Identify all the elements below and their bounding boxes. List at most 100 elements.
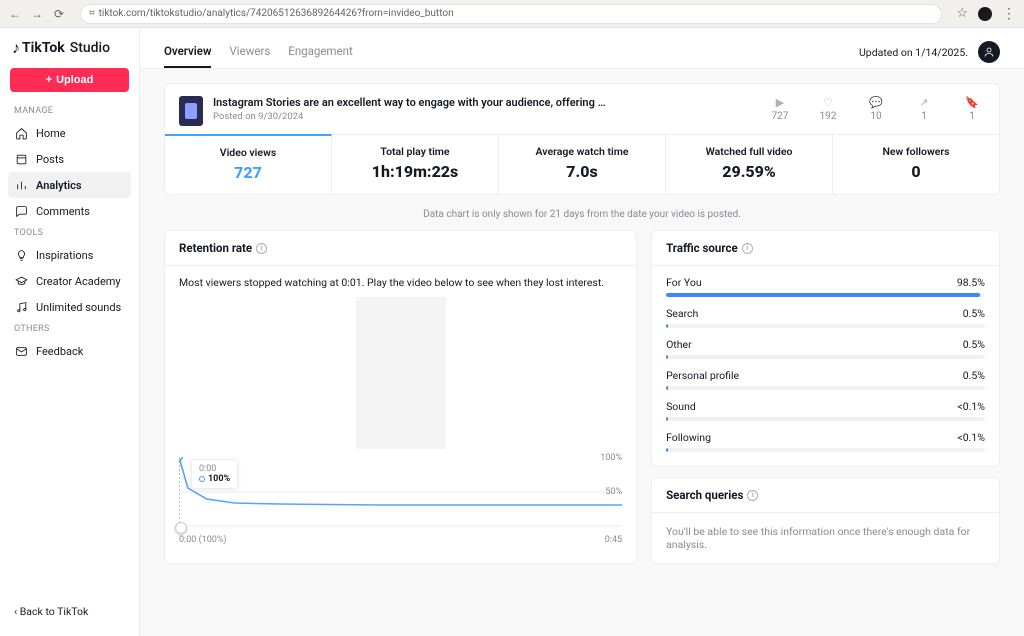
video-title: Instagram Stories are an excellent way t… — [213, 96, 606, 109]
share-icon: ↗ — [919, 96, 928, 109]
traffic-label: Other — [666, 338, 692, 351]
url-bar[interactable]: ⌗ tiktok.com/tiktokstudio/analytics/7420… — [80, 4, 942, 24]
sidebar-item-home[interactable]: Home — [8, 120, 131, 146]
chart-note: Data chart is only shown for 21 days fro… — [164, 205, 1000, 230]
traffic-source-panel: Traffic source i For You98.5%Search0.5%O… — [651, 230, 1000, 467]
sidebar-item-label: Comments — [36, 205, 90, 218]
back-to-tiktok-link[interactable]: Back to TikTok — [8, 597, 131, 626]
video-posted-date: Posted on 9/30/2024 — [213, 111, 606, 122]
sidebar-item-label: Posts — [36, 153, 64, 166]
metric-avg-watch-time[interactable]: Average watch time 7.0s — [499, 135, 666, 194]
traffic-label: Following — [666, 431, 711, 444]
retention-chart[interactable]: 0:00 100% 100% 50% — [179, 457, 622, 527]
metric-video-views[interactable]: Video views 727 — [165, 134, 332, 194]
bulb-icon — [14, 248, 28, 262]
analytics-icon — [14, 178, 28, 192]
metric-watched-full[interactable]: Watched full video 29.59% — [666, 135, 833, 194]
tiktok-note-icon: ♪ — [12, 38, 20, 58]
traffic-rows: For You98.5%Search0.5%Other0.5%Personal … — [652, 266, 999, 466]
home-icon — [14, 126, 28, 140]
traffic-label: Search — [666, 307, 698, 320]
traffic-pct: 98.5% — [957, 276, 985, 289]
url-text: tiktok.com/tiktokstudio/analytics/742065… — [99, 8, 454, 19]
logo-suffix: Studio — [70, 40, 110, 56]
search-queries-body: You'll be able to see this information o… — [652, 513, 999, 563]
sidebar-item-unlimited-sounds[interactable]: Unlimited sounds — [8, 294, 131, 320]
info-icon[interactable]: i — [256, 243, 267, 254]
metric-total-play-time[interactable]: Total play time 1h:19m:22s — [332, 135, 499, 194]
site-info-icon[interactable]: ⌗ — [89, 8, 95, 19]
sidebar-item-label: Inspirations — [36, 249, 93, 262]
chart-tooltip: 0:00 100% — [191, 459, 238, 489]
music-icon — [14, 300, 28, 314]
stat-plays: ▶727 — [767, 96, 793, 122]
metrics-row: Video views 727 Total play time 1h:19m:2… — [165, 134, 999, 194]
academy-icon — [14, 274, 28, 288]
play-icon: ▶ — [776, 96, 784, 109]
forward-icon[interactable]: → — [30, 7, 44, 21]
traffic-bar — [666, 324, 985, 328]
sidebar-item-label: Unlimited sounds — [36, 301, 121, 314]
traffic-row: Following <0.1% — [666, 431, 985, 452]
updated-text: Updated on 1/14/2025. — [859, 46, 968, 59]
profile-chip[interactable] — [978, 7, 992, 21]
tab-overview[interactable]: Overview — [164, 36, 211, 68]
traffic-row: Other0.5% — [666, 338, 985, 359]
traffic-bar — [666, 448, 985, 452]
logo-brand: TikTok — [22, 40, 65, 56]
traffic-label: Personal profile — [666, 369, 739, 382]
traffic-bar — [666, 417, 985, 421]
section-tools-label: TOOLS — [8, 224, 131, 242]
sidebar-item-feedback[interactable]: Feedback — [8, 338, 131, 364]
reload-icon[interactable]: ⟳ — [52, 7, 66, 21]
retention-line-chart — [179, 457, 622, 527]
traffic-bar — [666, 355, 985, 359]
tab-viewers[interactable]: Viewers — [229, 36, 270, 68]
y-tick-100: 100% — [600, 453, 622, 463]
video-quick-stats: ▶727 ♡192 💬10 ↗1 🔖1 — [767, 96, 985, 122]
mail-icon — [14, 344, 28, 358]
info-icon[interactable]: i — [747, 490, 758, 501]
upload-label: Upload — [56, 74, 93, 86]
sidebar-item-comments[interactable]: Comments — [8, 198, 131, 224]
metric-new-followers[interactable]: New followers 0 — [833, 135, 999, 194]
traffic-row: Sound<0.1% — [666, 400, 985, 421]
plus-icon: + — [46, 74, 52, 86]
retention-panel: Retention rate i Most viewers stopped wa… — [164, 230, 637, 564]
back-icon[interactable]: ← — [8, 7, 22, 21]
sidebar: ♪ TikTok Studio + Upload MANAGE Home Pos… — [0, 28, 140, 636]
traffic-pct: <0.1% — [957, 431, 985, 444]
traffic-pct: 0.5% — [963, 369, 985, 382]
sidebar-item-analytics[interactable]: Analytics — [8, 172, 131, 198]
sidebar-item-label: Analytics — [36, 179, 82, 192]
bookmark-star-icon[interactable]: ☆ — [956, 6, 968, 21]
section-others-label: OTHERS — [8, 320, 131, 338]
retention-message: Most viewers stopped watching at 0:01. P… — [179, 276, 622, 289]
browser-menu-icon[interactable]: ⋮ — [1002, 7, 1016, 21]
traffic-bar — [666, 386, 985, 390]
retention-title: Retention rate — [179, 241, 252, 255]
sidebar-item-creator-academy[interactable]: Creator Academy — [8, 268, 131, 294]
tab-engagement[interactable]: Engagement — [288, 36, 352, 68]
stat-comments: 💬10 — [863, 96, 889, 122]
tabs: Overview Viewers Engagement — [164, 36, 353, 68]
traffic-pct: 0.5% — [963, 307, 985, 320]
y-tick-50: 50% — [605, 487, 622, 497]
retention-video-preview[interactable] — [356, 297, 446, 449]
updated-on: Updated on 1/14/2025. — [859, 41, 1000, 63]
main: Overview Viewers Engagement Updated on 1… — [140, 28, 1024, 636]
upload-button[interactable]: + Upload — [10, 68, 129, 92]
info-icon[interactable]: i — [742, 243, 753, 254]
sidebar-item-inspirations[interactable]: Inspirations — [8, 242, 131, 268]
traffic-row: For You98.5% — [666, 276, 985, 297]
scrubber-handle[interactable] — [175, 522, 187, 534]
logo[interactable]: ♪ TikTok Studio — [8, 38, 131, 68]
x-start: 0:00 (100%) — [179, 535, 227, 545]
avatar[interactable] — [978, 41, 1000, 63]
stat-likes: ♡192 — [815, 96, 841, 122]
video-thumbnail[interactable] — [179, 96, 203, 126]
sidebar-item-posts[interactable]: Posts — [8, 146, 131, 172]
search-queries-panel: Search queries i You'll be able to see t… — [651, 477, 1000, 564]
browser-chrome: ← → ⟳ ⌗ tiktok.com/tiktokstudio/analytic… — [0, 0, 1024, 28]
video-summary-card: Instagram Stories are an excellent way t… — [164, 83, 1000, 195]
